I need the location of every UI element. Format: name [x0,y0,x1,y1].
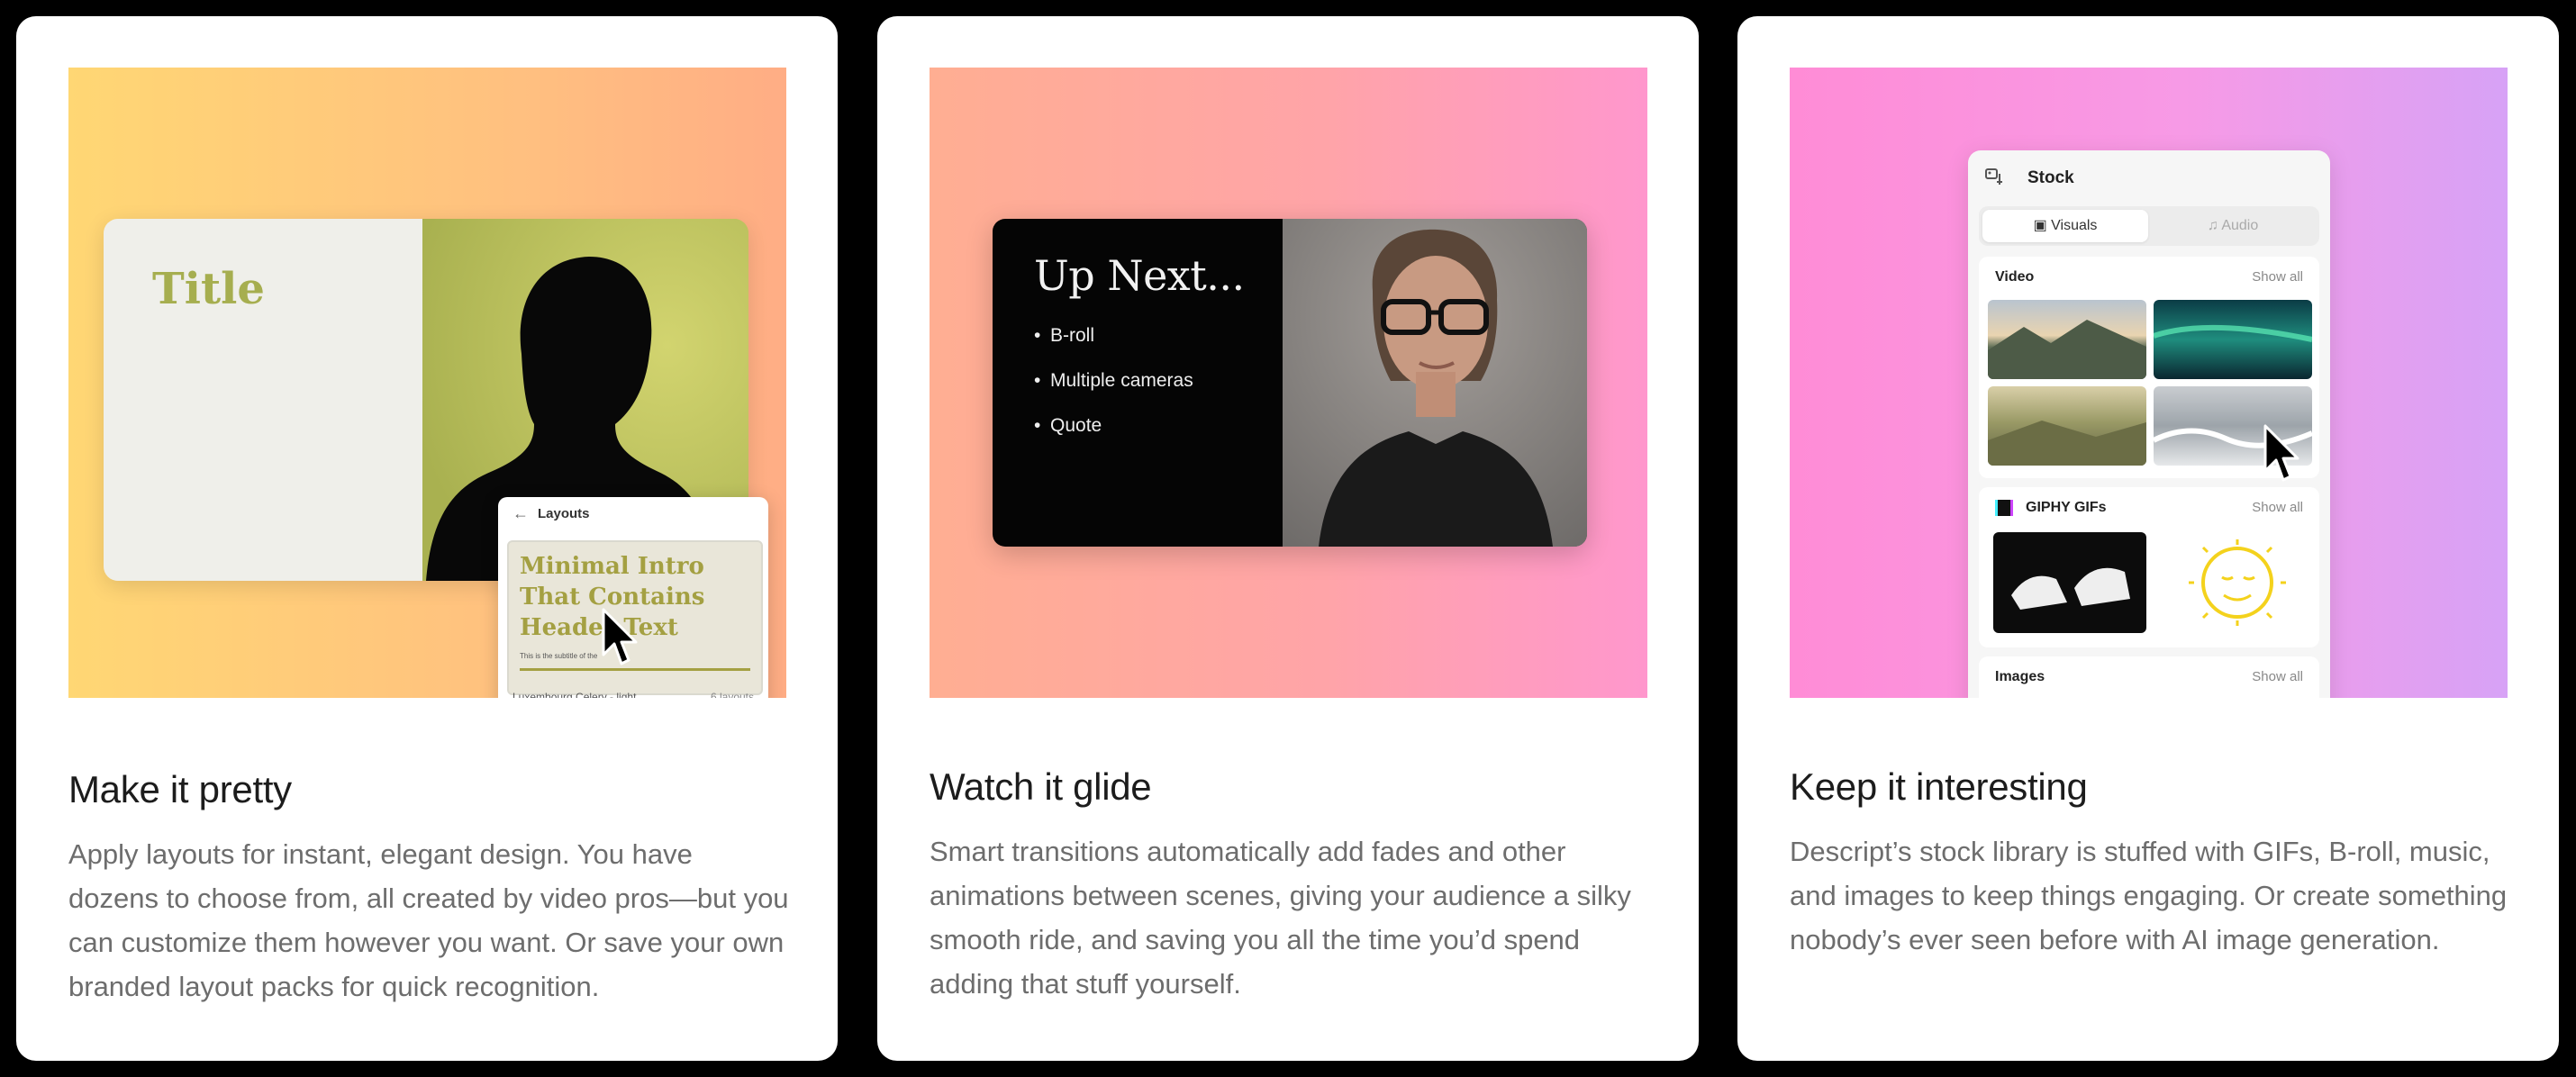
stock-tabs: ▣ Visuals ♫ Audio [1979,206,2319,246]
stock-library-icon [1984,167,2006,194]
card-title: Watch it glide [930,765,1152,808]
video-thumbnail[interactable] [1988,386,2146,466]
image-icon: ▣ [2033,218,2052,233]
music-note-icon: ♫ [2207,218,2222,233]
show-all-link[interactable]: Show all [2252,269,2303,285]
giphy-logo-icon [1995,500,2013,516]
images-section: Images Show all [1979,656,2319,698]
section-label: Video [1995,269,2035,285]
layouts-panel-title: Layouts [538,506,590,521]
layout-thumbnail-subtitle: This is the subtitle of the [520,652,598,660]
tab-audio[interactable]: ♫ Audio [2150,210,2316,242]
stock-panel-title: Stock [2027,168,2074,187]
tab-audio-label: Audio [2221,218,2259,233]
layouts-panel: ← Layouts Minimal Intro That Contains He… [498,497,768,698]
stock-panel: Stock ▣ Visuals ♫ Audio Video Show all G… [1968,150,2330,698]
card-description: Descript’s stock library is stuffed with… [1790,836,2508,955]
gif-thumbnail[interactable] [1993,532,2146,633]
back-arrow-icon[interactable]: ← [512,504,529,523]
show-all-link[interactable]: Show all [2252,669,2303,684]
up-next-slide: Up Next... B-roll Multiple cameras Quote [993,219,1587,547]
up-next-title: Up Next... [1034,251,1245,300]
mouse-cursor-icon [602,608,638,665]
mouse-cursor-icon [2263,424,2299,482]
card-title: Make it pretty [68,768,292,810]
card-description: Apply layouts for instant, elegant desig… [68,838,789,1002]
tab-visuals-label: Visuals [2051,218,2098,233]
up-next-list: B-roll Multiple cameras Quote [1034,325,1193,460]
slide-text-area: Title [104,219,422,581]
feature-card-stock: Stock ▣ Visuals ♫ Audio Video Show all G… [1737,16,2559,1061]
show-all-link[interactable]: Show all [2252,500,2303,515]
stock-preview-image: Stock ▣ Visuals ♫ Audio Video Show all G… [1790,68,2508,698]
gif-thumbnail[interactable] [2161,532,2314,633]
video-section: Video Show all [1979,257,2319,482]
presenter-image [1283,219,1587,547]
slide-title: Title [152,264,265,314]
section-label: Images [1995,669,2045,684]
card-title: Keep it interesting [1790,765,2088,808]
up-next-item: Multiple cameras [1034,370,1193,415]
layout-pack-name: Luxembourg Celery - light [512,691,637,698]
layout-thumbnail-rule [520,668,750,671]
card-description: Smart transitions automatically add fade… [930,836,1631,1000]
section-label: GIPHY GIFs [2026,500,2107,515]
transitions-preview-image: Up Next... B-roll Multiple cameras Quote [930,68,1647,698]
feature-card-layouts: Title ← Layouts Minimal Intro That Conta… [16,16,838,1061]
feature-card-transitions: Up Next... B-roll Multiple cameras Quote [877,16,1699,1061]
tab-visuals[interactable]: ▣ Visuals [1982,210,2148,242]
video-thumbnail[interactable] [1988,300,2146,379]
layout-pack-count: 6 layouts [710,691,754,698]
video-thumbnail[interactable] [2154,300,2312,379]
layouts-preview-image: Title ← Layouts Minimal Intro That Conta… [68,68,786,698]
gifs-section: GIPHY GIFs Show all [1979,487,2319,647]
up-next-item: Quote [1034,415,1193,460]
presenter-photo [1283,219,1587,547]
up-next-item: B-roll [1034,325,1193,370]
